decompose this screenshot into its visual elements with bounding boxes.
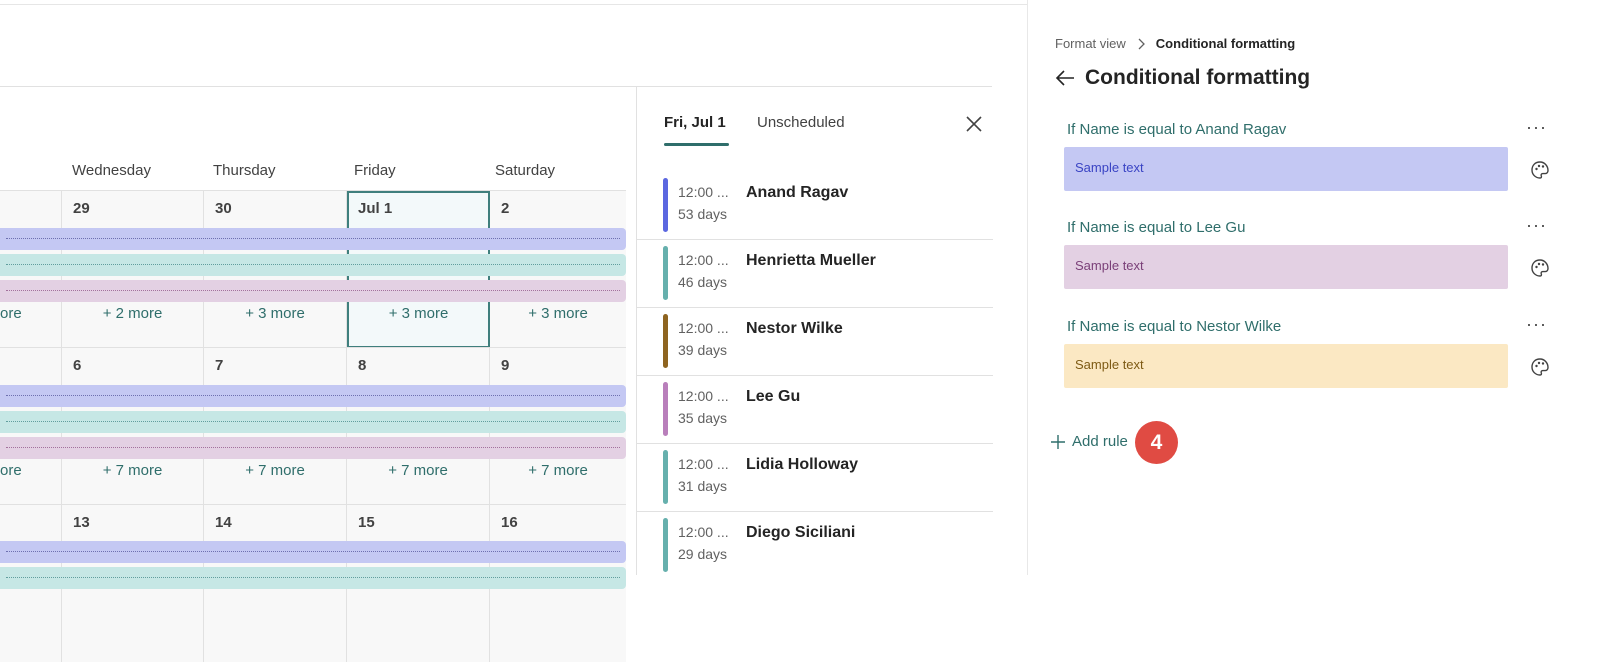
day-number: 7 (215, 357, 224, 374)
event-name: Diego Siciliani (746, 524, 856, 541)
more-link[interactable]: + 7 more (490, 462, 626, 479)
event-duration: 46 days (678, 274, 728, 290)
event-bar-anand-ragav[interactable] (0, 228, 626, 250)
day-header-thursday: Thursday (213, 162, 276, 179)
breadcrumb-format-view[interactable]: Format view (1055, 36, 1126, 51)
event-bar-henrietta-mueller[interactable] (0, 567, 626, 589)
agenda-event[interactable]: 12:00 ... 53 days Anand Ragav (637, 172, 993, 240)
rule-sample-preview: Sample text (1064, 245, 1508, 289)
event-duration: 35 days (678, 410, 728, 426)
chevron-right-icon (1138, 38, 1145, 49)
rule-sample-preview: Sample text (1064, 147, 1508, 191)
tab-selected-day[interactable]: Fri, Jul 1 (664, 114, 726, 131)
event-color-bar (663, 178, 668, 232)
palette-icon[interactable] (1530, 258, 1550, 278)
palette-icon[interactable] (1530, 160, 1550, 180)
day-agenda-pane: Fri, Jul 1 Unscheduled 12:00 ... 53 days… (636, 87, 993, 575)
more-options-icon[interactable]: ··· (1526, 215, 1547, 236)
event-bar-anand-ragav[interactable] (0, 541, 626, 563)
day-number: 2 (501, 200, 510, 217)
agenda-event[interactable]: 12:00 ... 31 days Lidia Holloway (637, 444, 993, 512)
event-duration: 31 days (678, 478, 728, 494)
event-time: 12:00 ... (678, 524, 729, 540)
page-title: Conditional formatting (1085, 66, 1311, 89)
event-time: 12:00 ... (678, 252, 729, 268)
event-bar-henrietta-mueller[interactable] (0, 254, 626, 276)
event-bar-lee-gu[interactable] (0, 280, 626, 302)
day-header-saturday: Saturday (495, 162, 556, 179)
event-duration: 39 days (678, 342, 728, 358)
event-duration: 53 days (678, 206, 728, 222)
event-color-bar (663, 314, 668, 368)
more-link[interactable]: + 7 more (347, 462, 489, 479)
agenda-event[interactable]: 12:00 ... 29 days Diego Siciliani (637, 512, 993, 580)
event-bar-henrietta-mueller[interactable] (0, 411, 626, 433)
day-number: 13 (73, 514, 90, 531)
active-tab-indicator (664, 143, 729, 146)
more-link[interactable]: + 7 more (62, 462, 203, 479)
panel-header: Conditional formatting (1055, 66, 1310, 90)
event-color-bar (663, 382, 668, 436)
week-row: ore 6 + 7 more 7 + 7 more 8 + 7 more 9 +… (0, 347, 626, 505)
week-row: 13 14 15 16 (0, 504, 626, 662)
event-name: Anand Ragav (746, 184, 849, 201)
rule-sample-preview: Sample text (1064, 344, 1508, 388)
more-link[interactable]: ore (0, 305, 61, 322)
event-bar-anand-ragav[interactable] (0, 385, 626, 407)
day-number: 8 (358, 357, 367, 374)
more-link[interactable]: + 3 more (490, 305, 626, 322)
breadcrumb-current: Conditional formatting (1155, 36, 1296, 51)
day-number: 6 (73, 357, 82, 374)
event-color-bar (663, 518, 668, 572)
more-link[interactable]: ore (0, 462, 61, 479)
week-row: ore 29 + 2 more 30 + 3 more Jul 1 + 3 mo… (0, 190, 626, 348)
day-number: 29 (73, 200, 90, 217)
tab-unscheduled[interactable]: Unscheduled (757, 114, 845, 131)
event-name: Lee Gu (746, 388, 801, 405)
more-options-icon[interactable]: ··· (1526, 314, 1547, 335)
day-number: 9 (501, 357, 510, 374)
day-number: 14 (215, 514, 232, 531)
day-header-wednesday: Wednesday (72, 162, 151, 179)
more-link[interactable]: + 3 more (349, 305, 488, 322)
event-time: 12:00 ... (678, 320, 729, 336)
event-time: 12:00 ... (678, 456, 729, 472)
event-duration: 29 days (678, 546, 728, 562)
rule-condition-link[interactable]: If Name is equal to Anand Ragav (1067, 121, 1286, 138)
event-name: Lidia Holloway (746, 456, 859, 473)
day-number: 30 (215, 200, 232, 217)
agenda-event[interactable]: 12:00 ... 46 days Henrietta Mueller (637, 240, 993, 308)
format-view-panel: Format view Conditional formatting Condi… (1027, 0, 1600, 575)
rule-condition-link[interactable]: If Name is equal to Lee Gu (1067, 219, 1245, 236)
plus-icon (1051, 434, 1065, 449)
palette-icon[interactable] (1530, 357, 1550, 377)
step-badge: 4 (1135, 421, 1178, 464)
event-time: 12:00 ... (678, 388, 729, 404)
rule-condition-link[interactable]: If Name is equal to Nestor Wilke (1067, 318, 1281, 335)
event-bar-lee-gu[interactable] (0, 437, 626, 459)
agenda-event[interactable]: 12:00 ... 39 days Nestor Wilke (637, 308, 993, 376)
event-color-bar (663, 246, 668, 300)
breadcrumb: Format view Conditional formatting (1055, 36, 1295, 51)
day-number: 16 (501, 514, 518, 531)
add-rule-label: Add rule (1072, 433, 1128, 450)
day-number: Jul 1 (358, 200, 393, 217)
day-number: 15 (358, 514, 375, 531)
more-link[interactable]: + 3 more (204, 305, 346, 322)
close-icon[interactable] (965, 115, 983, 133)
event-name: Nestor Wilke (746, 320, 843, 337)
add-rule-button[interactable]: Add rule (1050, 433, 1128, 450)
more-options-icon[interactable]: ··· (1526, 117, 1547, 138)
day-header-friday: Friday (354, 162, 396, 179)
more-link[interactable]: + 7 more (204, 462, 346, 479)
back-arrow-icon[interactable] (1055, 69, 1075, 87)
event-name: Henrietta Mueller (746, 252, 876, 269)
event-time: 12:00 ... (678, 184, 729, 200)
event-color-bar (663, 450, 668, 504)
more-link[interactable]: + 2 more (62, 305, 203, 322)
agenda-event[interactable]: 12:00 ... 35 days Lee Gu (637, 376, 993, 444)
